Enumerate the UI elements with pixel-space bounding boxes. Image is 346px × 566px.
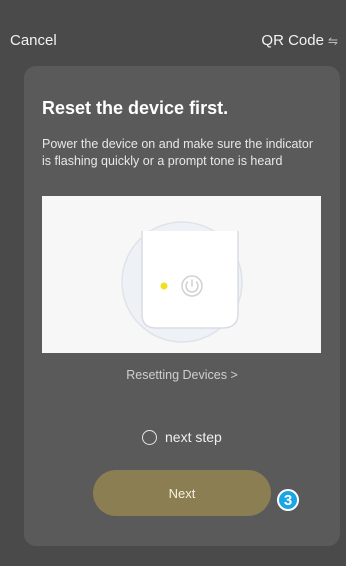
qr-code-button[interactable]: QR Code ⇋ bbox=[261, 32, 338, 49]
instruction-text: Power the device on and make sure the in… bbox=[42, 137, 313, 168]
qr-code-label: QR Code bbox=[261, 32, 324, 49]
reset-card: Reset the device first. Power the device… bbox=[24, 66, 340, 546]
cancel-button[interactable]: Cancel bbox=[10, 32, 57, 49]
device-reset-illustration-svg bbox=[121, 221, 243, 343]
resetting-devices-link[interactable]: Resetting Devices > bbox=[24, 368, 340, 382]
swap-icon: ⇋ bbox=[327, 33, 338, 48]
device-illustration bbox=[42, 196, 321, 353]
page-title: Reset the device first. bbox=[42, 98, 229, 118]
radio-circle-icon bbox=[142, 429, 157, 445]
next-button[interactable]: Next bbox=[93, 470, 271, 516]
top-bar: Cancel QR Code ⇋ bbox=[0, 0, 346, 56]
next-step-toggle[interactable]: next step bbox=[142, 429, 222, 445]
next-step-label: next step bbox=[165, 429, 222, 445]
step-badge: 3 bbox=[277, 489, 299, 511]
indicator-light-icon bbox=[160, 282, 168, 290]
